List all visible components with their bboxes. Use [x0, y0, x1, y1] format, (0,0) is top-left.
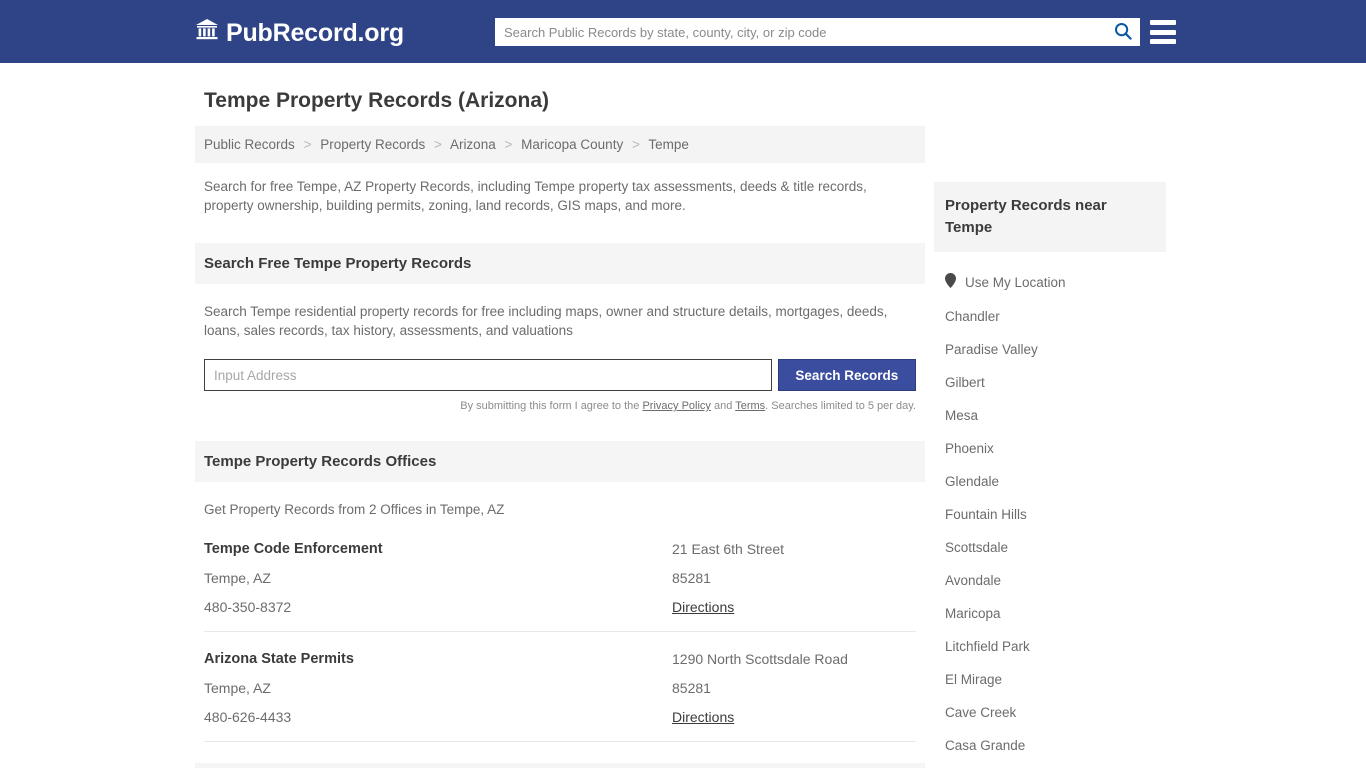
terms-link[interactable]: Terms [735, 400, 765, 412]
page-title: Tempe Property Records (Arizona) [204, 89, 550, 112]
search-section-description: Search Tempe residential property record… [204, 304, 888, 338]
bank-building-icon [195, 18, 219, 48]
office-city-state: Tempe, AZ [204, 570, 271, 586]
magnifier-icon [1114, 22, 1132, 43]
global-search-bar[interactable] [495, 18, 1140, 46]
search-section-heading: Search Free Tempe Property Records [195, 243, 925, 284]
sidebar-item-phoenix[interactable]: Phoenix [945, 424, 1155, 457]
sidebar-item-paradise-valley[interactable]: Paradise Valley [945, 325, 1155, 358]
office-directions-link[interactable]: Directions [672, 599, 734, 615]
use-my-location-label: Use My Location [965, 274, 1066, 290]
sidebar-item-mesa[interactable]: Mesa [945, 391, 1155, 424]
sidebar-item-label: Scottsdale [945, 540, 1009, 555]
sidebar-item-peoria[interactable]: Peoria [945, 754, 1155, 768]
office-directions-link[interactable]: Directions [672, 709, 734, 725]
search-records-button[interactable]: Search Records [777, 359, 916, 391]
office-primary-info: Tempe Code Enforcement Tempe, AZ 480-350… [204, 541, 672, 615]
page-intro-text: Search for free Tempe, AZ Property Recor… [204, 179, 867, 213]
sidebar-item-label: Glendale [945, 474, 1000, 489]
sidebar-item-label: Chandler [945, 309, 1000, 324]
use-my-location-button[interactable]: Use My Location [945, 252, 1155, 292]
sidebar-item-label: Mesa [945, 408, 979, 423]
sidebar-item-casa-grande[interactable]: Casa Grande [945, 721, 1155, 754]
sidebar-item-fountain-hills[interactable]: Fountain Hills [945, 490, 1155, 523]
breadcrumb-item-maricopa-county[interactable]: Maricopa County [521, 137, 623, 152]
sidebar: Property Records near Tempe Use My Locat… [934, 63, 1166, 768]
office-name: Arizona State Permits [204, 651, 354, 667]
office-street-address: 1290 North Scottsdale Road [672, 651, 848, 667]
address-search-form: Search Records [204, 359, 916, 391]
site-logo-text: PubRecord.org [226, 18, 404, 47]
sidebar-item-gilbert[interactable]: Gilbert [945, 358, 1155, 391]
site-logo[interactable]: PubRecord.org [195, 18, 404, 48]
disclaimer-text-mid: and [710, 400, 736, 412]
hamburger-menu-icon[interactable] [1150, 20, 1176, 44]
global-search-button[interactable] [1107, 19, 1139, 45]
sidebar-item-el-mirage[interactable]: El Mirage [945, 655, 1155, 688]
privacy-policy-link[interactable]: Privacy Policy [642, 400, 710, 412]
sidebar-item-litchfield-park[interactable]: Litchfield Park [945, 622, 1155, 655]
sidebar-item-chandler[interactable]: Chandler [945, 292, 1155, 325]
office-phone: 480-350-8372 [204, 599, 292, 615]
sidebar-city-list: Use My Location Chandler Paradise Valley… [934, 252, 1166, 768]
office-street-address: 21 East 6th Street [672, 541, 785, 557]
sidebar-item-glendale[interactable]: Glendale [945, 457, 1155, 490]
office-city-state: Tempe, AZ [204, 680, 271, 696]
sidebar-item-label: Avondale [945, 573, 1002, 588]
office-address-info: 21 East 6th Street 85281 Directions [672, 541, 916, 615]
global-search-input[interactable] [496, 19, 1107, 45]
sidebar-item-cave-creek[interactable]: Cave Creek [945, 688, 1155, 721]
breadcrumb-separator: > [504, 137, 513, 152]
sidebar-item-label: Casa Grande [945, 738, 1026, 753]
breadcrumb-item-arizona[interactable]: Arizona [450, 137, 496, 152]
sidebar-item-label: Maricopa [945, 606, 1001, 621]
disclaimer-text-post: . Searches limited to 5 per day. [765, 400, 916, 412]
sidebar-item-label: Phoenix [945, 441, 994, 456]
office-zip: 85281 [672, 680, 711, 696]
sidebar-item-label: El Mirage [945, 672, 1003, 687]
breadcrumb-item-public-records[interactable]: Public Records [204, 137, 295, 152]
offices-section-body: Get Property Records from 2 Offices in T… [195, 500, 925, 742]
sidebar-item-label: Cave Creek [945, 705, 1017, 720]
table-row: Arizona State Permits Tempe, AZ 480-626-… [204, 632, 916, 742]
disclaimer-text-pre: By submitting this form I agree to the [460, 400, 643, 412]
breadcrumb: Public Records > Property Records > Ariz… [195, 126, 925, 163]
sidebar-item-label: Litchfield Park [945, 639, 1030, 654]
form-disclaimer: By submitting this form I agree to the P… [204, 400, 916, 412]
breadcrumb-separator: > [434, 137, 442, 152]
office-phone: 480-626-4433 [204, 709, 292, 725]
office-primary-info: Arizona State Permits Tempe, AZ 480-626-… [204, 651, 672, 725]
sidebar-heading: Property Records near Tempe [934, 182, 1166, 252]
sidebar-item-scottsdale[interactable]: Scottsdale [945, 523, 1155, 556]
breadcrumb-item-tempe[interactable]: Tempe [648, 137, 689, 152]
breadcrumb-separator: > [303, 137, 312, 152]
breadcrumb-item-property-records[interactable]: Property Records [320, 137, 425, 152]
sidebar-item-avondale[interactable]: Avondale [945, 556, 1155, 589]
offices-section-heading: Tempe Property Records Offices [195, 441, 925, 482]
office-name: Tempe Code Enforcement [204, 541, 383, 557]
databases-section-heading: Tempe Property Records Databases [195, 763, 925, 768]
office-zip: 85281 [672, 570, 711, 586]
sidebar-item-label: Fountain Hills [945, 507, 1027, 522]
search-section-body: Search Tempe residential property record… [195, 302, 925, 412]
sidebar-item-maricopa[interactable]: Maricopa [945, 589, 1155, 622]
address-search-input[interactable] [204, 359, 772, 391]
offices-lead-text: Get Property Records from 2 Offices in T… [204, 502, 505, 517]
main-content: Tempe Property Records (Arizona) Public … [195, 63, 925, 768]
office-address-info: 1290 North Scottsdale Road 85281 Directi… [672, 651, 916, 725]
sidebar-item-label: Paradise Valley [945, 342, 1038, 357]
sidebar-item-label: Gilbert [945, 375, 985, 390]
breadcrumb-separator: > [631, 137, 640, 152]
site-header: PubRecord.org [0, 0, 1366, 63]
map-pin-icon [945, 273, 956, 291]
table-row: Tempe Code Enforcement Tempe, AZ 480-350… [204, 519, 916, 632]
